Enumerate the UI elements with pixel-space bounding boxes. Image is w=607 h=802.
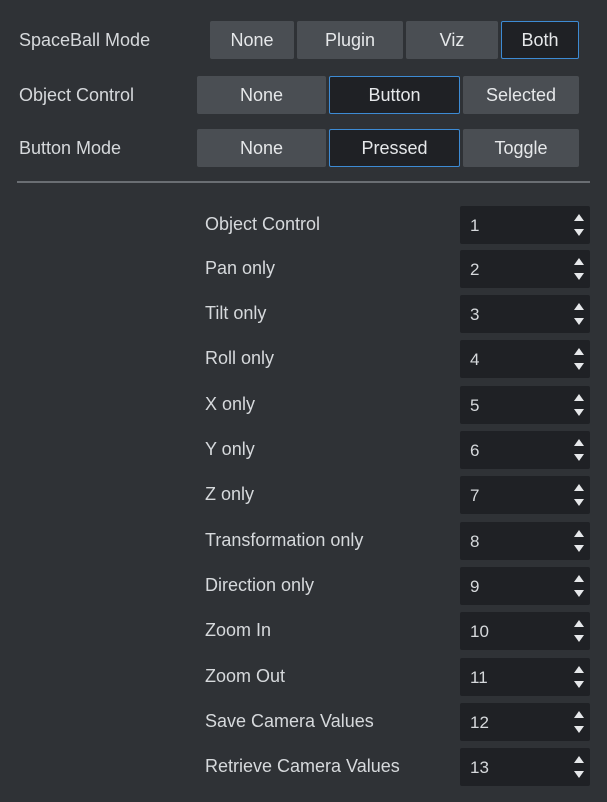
- spinner-arrows-icon[interactable]: [572, 756, 584, 778]
- mapping-spinbox[interactable]: 6: [460, 431, 590, 469]
- mapping-value[interactable]: 3: [470, 305, 479, 325]
- button-mode-toggle-button[interactable]: Toggle: [463, 129, 579, 167]
- mapping-spinbox[interactable]: 5: [460, 386, 590, 424]
- button-mode-row: Button Mode None Pressed Toggle: [0, 129, 607, 169]
- mapping-value[interactable]: 7: [470, 486, 479, 506]
- spaceball-settings-panel: SpaceBall Mode None Plugin Viz Both Obje…: [0, 0, 607, 802]
- mapping-label: Pan only: [205, 258, 276, 278]
- mapping-row-roll-only: Roll only 4: [0, 340, 607, 380]
- mapping-label: Y only: [205, 439, 255, 459]
- mapping-row-tilt-only: Tilt only 3: [0, 295, 607, 335]
- mapping-value[interactable]: 5: [470, 396, 479, 416]
- spinner-arrows-icon[interactable]: [572, 214, 584, 236]
- mapping-spinbox[interactable]: 10: [460, 612, 590, 650]
- mapping-value[interactable]: 10: [470, 622, 489, 642]
- mapping-spinbox[interactable]: 12: [460, 703, 590, 741]
- spinner-arrows-icon[interactable]: [572, 484, 584, 506]
- spinner-arrows-icon[interactable]: [572, 303, 584, 325]
- mapping-label: Direction only: [205, 575, 315, 595]
- mapping-value[interactable]: 13: [470, 758, 489, 778]
- mapping-row-save-camera-values: Save Camera Values 12: [0, 703, 607, 743]
- mapping-value[interactable]: 2: [470, 260, 479, 280]
- mapping-spinbox[interactable]: 2: [460, 250, 590, 288]
- object-control-mode-label: Object Control: [19, 85, 135, 105]
- mapping-value[interactable]: 4: [470, 350, 479, 370]
- mapping-value[interactable]: 12: [470, 713, 489, 733]
- object-control-mode-row: Object Control None Button Selected: [0, 76, 607, 116]
- mapping-value[interactable]: 9: [470, 577, 479, 597]
- mapping-value[interactable]: 11: [470, 668, 488, 688]
- mapping-label: Object Control: [205, 214, 321, 234]
- spinner-arrows-icon[interactable]: [572, 711, 584, 733]
- mapping-row-x-only: X only 5: [0, 386, 607, 426]
- mapping-row-retrieve-camera-values: Retrieve Camera Values 13: [0, 748, 607, 788]
- mapping-label: Roll only: [205, 348, 275, 368]
- mapping-spinbox[interactable]: 11: [460, 658, 590, 696]
- mapping-row-direction-only: Direction only 9: [0, 567, 607, 607]
- spinner-arrows-icon[interactable]: [572, 666, 584, 688]
- spinner-arrows-icon[interactable]: [572, 258, 584, 280]
- mapping-label: Zoom In: [205, 620, 272, 640]
- mapping-label: X only: [205, 394, 256, 414]
- mapping-row-zoom-out: Zoom Out 11: [0, 658, 607, 698]
- mapping-row-object-control: Object Control 1: [0, 206, 607, 246]
- mapping-spinbox[interactable]: 1: [460, 206, 590, 244]
- mapping-value[interactable]: 6: [470, 441, 479, 461]
- mapping-spinbox[interactable]: 4: [460, 340, 590, 378]
- spaceball-mode-both-button[interactable]: Both: [501, 21, 579, 59]
- mapping-label: Tilt only: [205, 303, 267, 323]
- mapping-row-z-only: Z only 7: [0, 476, 607, 516]
- spinner-arrows-icon[interactable]: [572, 575, 584, 597]
- spinner-arrows-icon[interactable]: [572, 439, 584, 461]
- mapping-value[interactable]: 8: [470, 532, 479, 552]
- object-control-button-button[interactable]: Button: [329, 76, 460, 114]
- mapping-label: Retrieve Camera Values: [205, 756, 400, 776]
- mapping-label: Zoom Out: [205, 666, 286, 686]
- spaceball-mode-viz-button[interactable]: Viz: [406, 21, 498, 59]
- mapping-spinbox[interactable]: 3: [460, 295, 590, 333]
- mapping-row-transformation-only: Transformation only 8: [0, 522, 607, 562]
- spaceball-mode-row: SpaceBall Mode None Plugin Viz Both: [0, 21, 607, 61]
- spinner-arrows-icon[interactable]: [572, 348, 584, 370]
- mapping-spinbox[interactable]: 7: [460, 476, 590, 514]
- spinner-arrows-icon[interactable]: [572, 620, 584, 642]
- spaceball-mode-label: SpaceBall Mode: [19, 30, 151, 50]
- spinner-arrows-icon[interactable]: [572, 394, 584, 416]
- object-control-selected-button[interactable]: Selected: [463, 76, 579, 114]
- mapping-label: Transformation only: [205, 530, 364, 550]
- spaceball-mode-none-button[interactable]: None: [210, 21, 294, 59]
- mapping-row-zoom-in: Zoom In 10: [0, 612, 607, 652]
- mapping-label: Save Camera Values: [205, 711, 374, 731]
- spaceball-mode-plugin-button[interactable]: Plugin: [297, 21, 403, 59]
- mapping-spinbox[interactable]: 8: [460, 522, 590, 560]
- spinner-arrows-icon[interactable]: [572, 530, 584, 552]
- mapping-spinbox[interactable]: 9: [460, 567, 590, 605]
- mapping-spinbox[interactable]: 13: [460, 748, 590, 786]
- mapping-row-pan-only: Pan only 2: [0, 250, 607, 290]
- button-mode-pressed-button[interactable]: Pressed: [329, 129, 460, 167]
- button-mode-label: Button Mode: [19, 138, 122, 158]
- mapping-value[interactable]: 1: [470, 216, 479, 236]
- mapping-label: Z only: [205, 484, 255, 504]
- section-divider: [17, 181, 590, 183]
- object-control-none-button[interactable]: None: [197, 76, 326, 114]
- button-mode-none-button[interactable]: None: [197, 129, 326, 167]
- mapping-row-y-only: Y only 6: [0, 431, 607, 471]
